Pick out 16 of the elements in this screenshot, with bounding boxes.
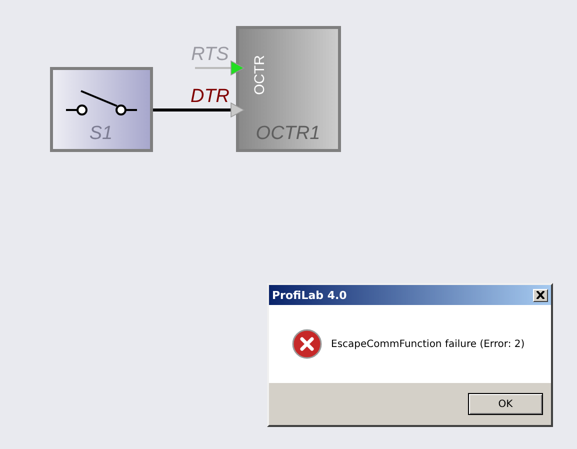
block-type: OCTR — [251, 55, 267, 95]
pin-arrow-icon[interactable] — [230, 60, 245, 76]
pin-label: DTR — [190, 86, 230, 107]
pin-label: RTS — [191, 44, 229, 65]
close-button[interactable] — [533, 288, 548, 302]
block-name: S1 — [89, 123, 113, 144]
block-name: OCTR1 — [256, 123, 320, 144]
close-icon — [536, 291, 545, 299]
ok-button[interactable]: OK — [468, 393, 543, 415]
error-message: EscapeCommFunction failure (Error: 2) — [331, 338, 525, 350]
wire — [195, 67, 231, 69]
error-icon — [292, 329, 322, 359]
dialog-title: ProfiLab 4.0 — [272, 288, 347, 302]
switch-block[interactable] — [50, 67, 153, 152]
device-block[interactable] — [236, 26, 341, 152]
pin-arrow-icon[interactable] — [230, 102, 245, 118]
